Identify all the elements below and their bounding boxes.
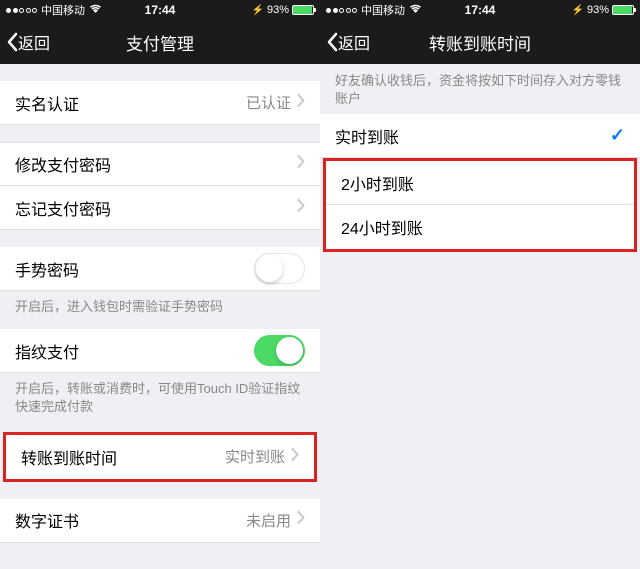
cert-label: 数字证书 xyxy=(15,508,79,532)
battery-pct: 93% xyxy=(587,4,609,16)
back-label: 返回 xyxy=(338,30,370,54)
carrier-label: 中国移动 xyxy=(41,2,85,18)
status-bar: 中国移动 17:44 ⚡ 93% xyxy=(320,0,640,20)
chevron-right-icon xyxy=(297,199,305,217)
cert-cell[interactable]: 数字证书 未启用 xyxy=(0,499,320,543)
option-24h-cell[interactable]: 24小时到账 xyxy=(326,205,634,249)
forgot-password-cell[interactable]: 忘记支付密码 xyxy=(0,186,320,230)
nav-title: 支付管理 xyxy=(126,30,194,55)
chevron-left-icon xyxy=(326,32,338,52)
back-label: 返回 xyxy=(18,30,50,54)
status-bar: 中国移动 17:44 ⚡ 93% xyxy=(0,0,320,20)
change-password-cell[interactable]: 修改支付密码 xyxy=(0,142,320,186)
gesture-password-label: 手势密码 xyxy=(15,257,79,281)
touchid-cell: 指纹支付 xyxy=(0,329,320,373)
back-button[interactable]: 返回 xyxy=(320,30,370,54)
highlight-box: 转账到账时间 实时到账 xyxy=(3,432,317,482)
left-screen: 中国移动 17:44 ⚡ 93% 返回 支付管理 实名认证 已认证 修改支付密码 xyxy=(0,0,320,569)
battery-icon xyxy=(292,5,314,15)
chevron-right-icon xyxy=(297,94,305,112)
charging-icon: ⚡ xyxy=(252,5,264,16)
chevron-right-icon xyxy=(291,448,299,466)
highlight-box: 2小时到账 24小时到账 xyxy=(323,158,637,252)
clock: 17:44 xyxy=(465,3,496,17)
nav-bar: 返回 支付管理 xyxy=(0,20,320,64)
change-password-label: 修改支付密码 xyxy=(15,152,111,176)
transfer-time-label: 转账到账时间 xyxy=(21,445,117,469)
signal-icon xyxy=(6,8,37,13)
battery-pct: 93% xyxy=(267,4,289,16)
touchid-label: 指纹支付 xyxy=(15,339,79,363)
wifi-icon xyxy=(409,4,422,16)
realname-value: 已认证 xyxy=(246,92,291,113)
battery-icon xyxy=(612,5,634,15)
cert-value: 未启用 xyxy=(246,510,291,531)
option-24h-label: 24小时到账 xyxy=(341,215,423,239)
clock: 17:44 xyxy=(145,3,176,17)
gesture-password-cell: 手势密码 xyxy=(0,247,320,291)
carrier-label: 中国移动 xyxy=(361,2,405,18)
option-2h-label: 2小时到账 xyxy=(341,171,414,195)
transfer-time-value: 实时到账 xyxy=(225,446,285,467)
wifi-icon xyxy=(89,4,102,16)
right-screen: 中国移动 17:44 ⚡ 93% 返回 转账到账时间 好友确认收钱后，资金将按如… xyxy=(320,0,640,569)
realname-cell[interactable]: 实名认证 已认证 xyxy=(0,81,320,125)
signal-icon xyxy=(326,8,357,13)
chevron-right-icon xyxy=(297,511,305,529)
chevron-left-icon xyxy=(6,32,18,52)
touchid-hint: 开启后，转账或消费时，可使用Touch ID验证指纹快速完成付款 xyxy=(0,373,320,423)
back-button[interactable]: 返回 xyxy=(0,30,50,54)
charging-icon: ⚡ xyxy=(572,5,584,16)
option-2h-cell[interactable]: 2小时到账 xyxy=(326,161,634,205)
option-instant-label: 实时到账 xyxy=(335,124,399,148)
screen-hint: 好友确认收钱后，资金将按如下时间存入对方零钱账户 xyxy=(320,64,640,114)
check-icon: ✓ xyxy=(610,125,625,146)
gesture-password-switch[interactable] xyxy=(254,253,305,284)
realname-label: 实名认证 xyxy=(15,91,79,115)
touchid-switch[interactable] xyxy=(254,335,305,366)
nav-title: 转账到账时间 xyxy=(429,30,531,55)
gesture-hint: 开启后，进入钱包时需验证手势密码 xyxy=(0,291,320,323)
transfer-time-cell[interactable]: 转账到账时间 实时到账 xyxy=(6,435,314,479)
chevron-right-icon xyxy=(297,155,305,173)
option-instant-cell[interactable]: 实时到账 ✓ xyxy=(320,114,640,158)
forgot-password-label: 忘记支付密码 xyxy=(15,196,111,220)
nav-bar: 返回 转账到账时间 xyxy=(320,20,640,64)
